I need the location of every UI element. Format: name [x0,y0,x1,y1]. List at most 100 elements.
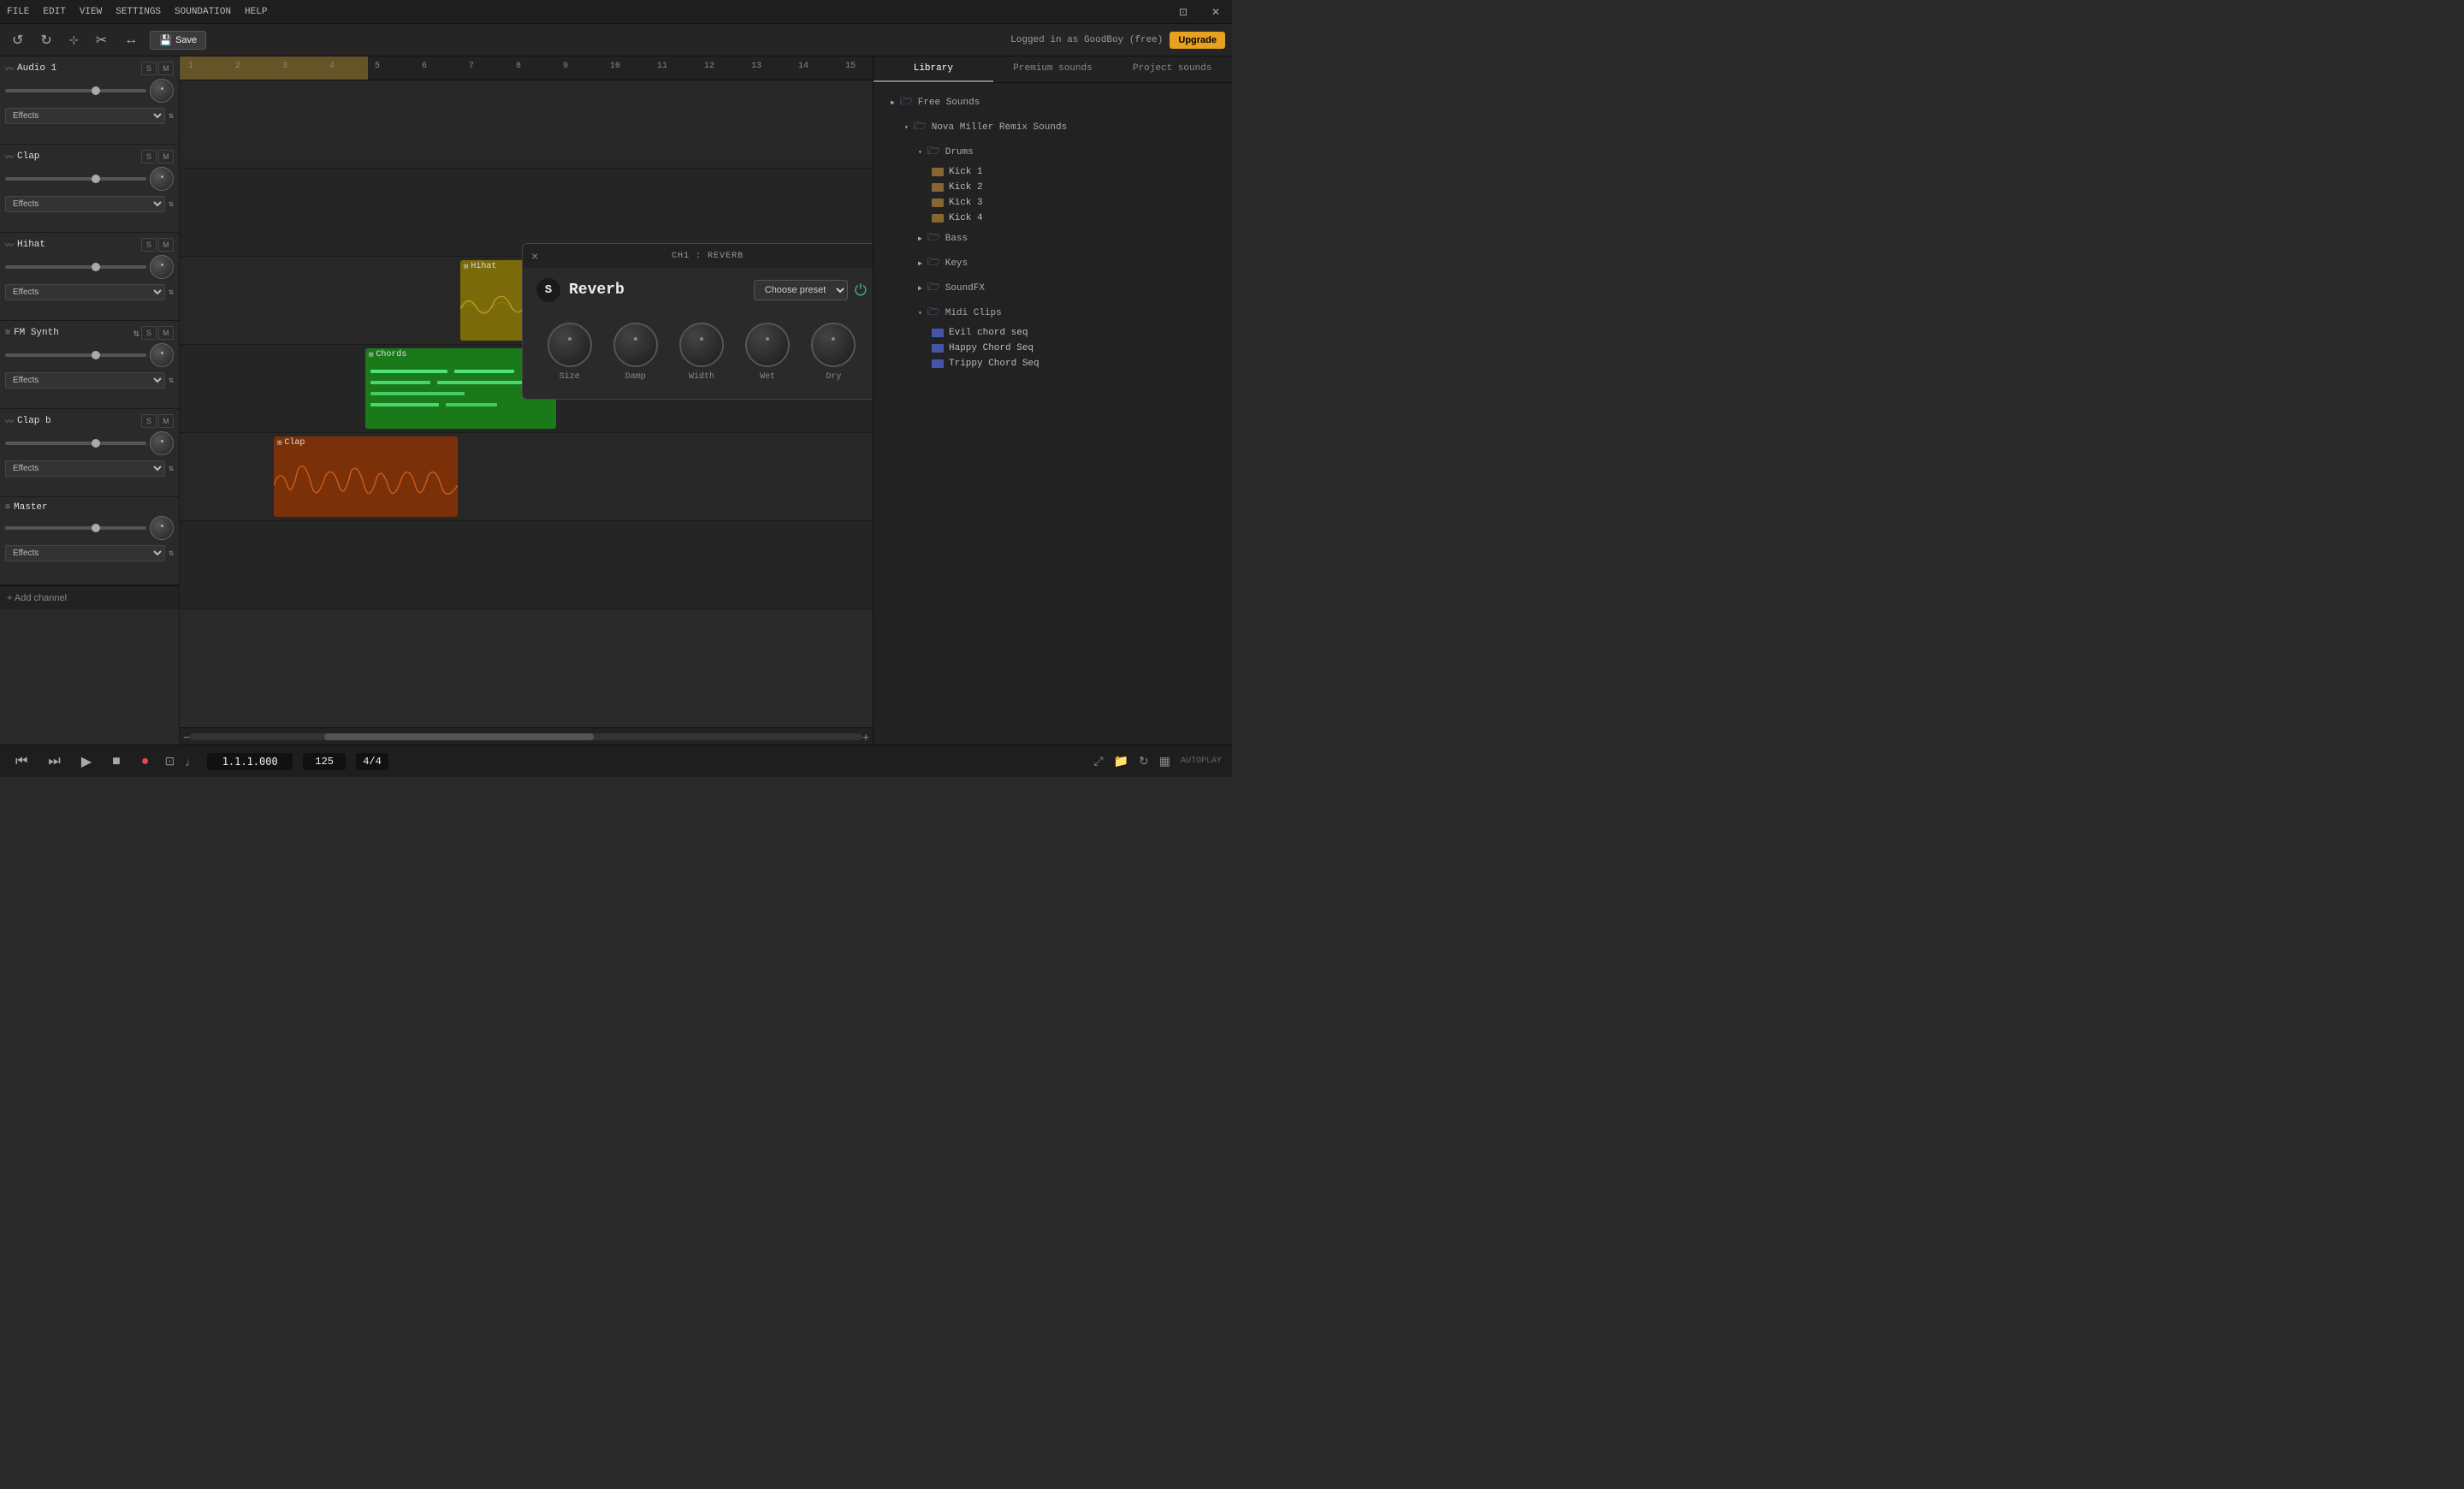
horizontal-scrollbar[interactable] [190,733,862,740]
window-minimize[interactable]: ⊡ [1174,4,1193,20]
clap-pan-knob[interactable] [150,167,174,191]
timesig-display[interactable]: 4/4 [356,753,388,770]
lib-soundfx[interactable]: ▶ 🗁 SoundFX [874,276,1232,300]
play-button[interactable]: ▶ [76,751,97,772]
scrollbar-thumb[interactable] [324,733,593,740]
lib-kick1[interactable]: Kick 1 [874,164,1232,180]
clapb-volume[interactable] [5,442,146,445]
lib-midi-clips[interactable]: ▾ 🗁 Midi Clips [874,300,1232,325]
reverb-dry-knob[interactable] [811,323,856,367]
mixer-button[interactable]: ▦ [1159,754,1170,768]
reverb-wet-knob[interactable] [745,323,790,367]
hihat-effects-arrows[interactable]: ⇅ [169,288,174,298]
reverb-width-knob[interactable] [679,323,724,367]
clapb-solo[interactable]: S [141,414,157,428]
clap-effects-select[interactable]: Effects [5,196,165,212]
fast-forward-button[interactable]: ⏭ [43,752,65,771]
stop-button[interactable]: ■ [107,752,126,771]
audio1-pan-knob[interactable] [150,79,174,103]
fmsynth-direction[interactable]: ⇅ [133,327,139,340]
menu-view[interactable]: VIEW [80,7,102,17]
clap-solo[interactable]: S [141,150,157,163]
menu-edit[interactable]: EDIT [43,7,65,17]
hihat-effects-select[interactable]: Effects [5,284,165,300]
record-button[interactable]: ● [136,752,155,771]
add-channel-button[interactable]: + Add channel [7,593,67,603]
master-effects-arrows[interactable]: ⇅ [169,549,174,559]
audio1-solo[interactable]: S [141,62,157,75]
reverb-size-knob[interactable] [548,323,592,367]
clips-area[interactable]: ⊞ Hihat ⊞ Chords [180,80,873,727]
lib-nova-miller[interactable]: ▾ 🗁 Nova Miller Remix Sounds [874,115,1232,139]
lib-happy-chord[interactable]: Happy Chord Seq [874,341,1232,356]
fmsynth-pan-knob[interactable] [150,343,174,367]
reverb-close-button[interactable]: × [531,249,538,263]
rewind-button[interactable]: ⏮ [10,752,33,771]
track-row-clapb[interactable]: ⊞ Clap [180,433,873,521]
fmsynth-solo[interactable]: S [141,326,157,340]
lib-keys[interactable]: ▶ 🗁 Keys [874,251,1232,276]
nova-miller-label: Nova Miller Remix Sounds [932,122,1067,133]
hihat-mute[interactable]: M [158,238,174,252]
master-effects-select[interactable]: Effects [5,545,165,561]
menu-settings[interactable]: SETTINGS [116,7,161,17]
window-close[interactable]: ✕ [1206,4,1225,20]
metronome-button[interactable]: ♩ [185,755,197,768]
undo-button[interactable]: ↺ [7,30,28,50]
reverb-damp-knob[interactable] [613,323,658,367]
expand-button[interactable]: ⤢ [1093,754,1103,768]
menu-help[interactable]: HELP [245,7,267,17]
menu-file[interactable]: FILE [7,7,29,17]
master-volume[interactable] [5,526,146,530]
clapb-effects-select[interactable]: Effects [5,460,165,477]
clapb-effects-arrows[interactable]: ⇅ [169,464,174,474]
lib-kick3[interactable]: Kick 3 [874,195,1232,211]
audio1-mute[interactable]: M [158,62,174,75]
tab-project-sounds[interactable]: Project sounds [1112,56,1232,82]
clapb-pan-knob[interactable] [150,431,174,455]
soundfx-folder-icon: 🗁 [927,279,940,297]
lib-kick4[interactable]: Kick 4 [874,211,1232,226]
clap-mute[interactable]: M [158,150,174,163]
audio1-volume[interactable] [5,89,146,92]
cut-button[interactable]: ✂ [91,30,112,50]
save-button[interactable]: 💾 Save [150,31,206,50]
audio1-effects-select[interactable]: Effects [5,108,165,124]
clap-volume[interactable] [5,177,146,181]
lib-trippy-chord[interactable]: Trippy Chord Seq [874,356,1232,371]
zoom-out-button[interactable]: − [183,730,190,744]
master-pan-knob[interactable] [150,516,174,540]
lib-drums[interactable]: ▾ 🗁 Drums [874,139,1232,164]
lib-kick2[interactable]: Kick 2 [874,180,1232,195]
fmsynth-volume[interactable] [5,353,146,357]
clapb-mute[interactable]: M [158,414,174,428]
resize-button[interactable]: ↔ [119,31,143,50]
save-project-button[interactable]: 📁 [1114,754,1128,768]
track-row-audio1[interactable] [180,80,873,169]
redo-button[interactable]: ↻ [35,30,56,50]
fmsynth-effects-select[interactable]: Effects [5,372,165,389]
fmsynth-effects-arrows[interactable]: ⇅ [169,376,174,386]
audio1-effects-arrows[interactable]: ⇅ [169,111,174,122]
lib-free-sounds[interactable]: ▶ 🗁 Free Sounds [874,90,1232,115]
lib-evil-chord[interactable]: Evil chord seq [874,325,1232,341]
upgrade-button[interactable]: Upgrade [1170,32,1225,49]
clip-clap[interactable]: ⊞ Clap [274,436,458,517]
zoom-in-button[interactable]: + [862,730,869,744]
sync-button[interactable]: ↻ [1139,754,1149,768]
clap-effects-arrows[interactable]: ⇅ [169,199,174,210]
tab-library[interactable]: Library [874,56,993,82]
reverb-power-button[interactable]: ⏻ [855,282,867,300]
lib-bass[interactable]: ▶ 🗁 Bass [874,226,1232,251]
hihat-volume[interactable] [5,265,146,269]
menu-soundation[interactable]: SOUNDATION [175,7,231,17]
track-row-master[interactable] [180,521,873,609]
tab-premium-sounds[interactable]: Premium sounds [993,56,1113,82]
fmsynth-mute[interactable]: M [158,326,174,340]
hihat-solo[interactable]: S [141,238,157,252]
loop-button[interactable]: ⊡ [164,754,175,768]
hihat-pan-knob[interactable] [150,255,174,279]
bpm-display[interactable]: 125 [303,753,346,770]
reverb-preset-select[interactable]: Choose preset [754,280,848,300]
snap-button[interactable]: ⊹ [64,32,84,49]
